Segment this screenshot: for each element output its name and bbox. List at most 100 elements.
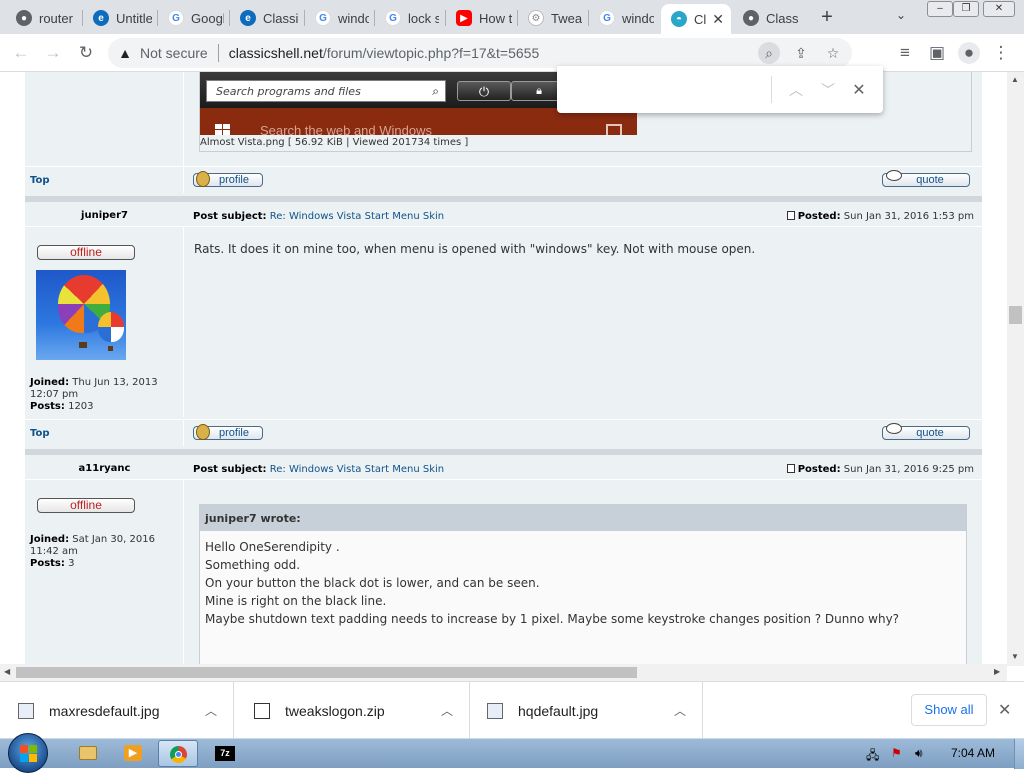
back-arrow-icon[interactable]: ←	[10, 42, 32, 64]
post-subject-link[interactable]: Re: Windows Vista Start Menu Skin	[270, 211, 444, 222]
top-link[interactable]: Top	[30, 175, 50, 186]
tab-tweak[interactable]: ⚙ Tweak	[518, 4, 588, 32]
share-icon[interactable]: ⇪	[790, 42, 812, 64]
download-item[interactable]: hqdefault.jpg ︿	[469, 682, 703, 739]
chevron-up-icon[interactable]: ︿	[674, 702, 686, 719]
vertical-scrollbar[interactable]: ▲ ▼	[1007, 72, 1024, 666]
action-center-icon[interactable]: ⚑	[891, 746, 902, 760]
explorer-taskbar-icon[interactable]	[68, 740, 108, 767]
close-window-button[interactable]: ✕	[983, 1, 1015, 17]
quote-line: Maybe shutdown text padding needs to inc…	[205, 612, 900, 626]
url-text[interactable]: classicshell.net/forum/viewtopic.php?f=1…	[229, 45, 540, 61]
tab-lock-google[interactable]: G lock s	[375, 4, 445, 32]
post-subject: Post subject: Re: Windows Vista Start Me…	[193, 464, 445, 475]
not-secure-label[interactable]: Not secure	[140, 45, 208, 61]
google-icon: G	[315, 10, 331, 26]
profile-button[interactable]: profile	[193, 424, 263, 440]
copy-icon	[606, 124, 622, 135]
classicshell-icon: ◓	[671, 11, 687, 27]
tab-label: Classi	[263, 10, 299, 26]
network-icon[interactable]: 🖧	[866, 746, 879, 767]
post-icon[interactable]	[786, 211, 795, 220]
find-next-icon[interactable]: ﹀	[818, 80, 838, 100]
chevron-up-icon[interactable]: ︿	[205, 702, 217, 719]
reload-icon[interactable]: ↻	[75, 42, 97, 64]
post-button-row: Top profile quote	[25, 419, 982, 446]
find-input[interactable]	[565, 76, 765, 102]
chrome-icon: ●	[743, 10, 759, 26]
close-find-icon[interactable]: ✕	[849, 80, 869, 100]
scroll-up-icon[interactable]: ▲	[1011, 75, 1019, 84]
download-filename: maxresdefault.jpg	[49, 702, 160, 719]
tab-classic-2[interactable]: ● Classi	[733, 4, 805, 32]
chevron-down-icon[interactable]: ⌄	[896, 8, 906, 22]
address-bar[interactable]: ▲ Not secure classicshell.net/forum/view…	[108, 38, 852, 68]
tab-router[interactable]: ● router	[6, 4, 81, 32]
start-button[interactable]	[8, 733, 48, 773]
close-tab-icon[interactable]: ✕	[712, 11, 724, 28]
taskbar-clock[interactable]: 7:04 AM	[951, 746, 995, 760]
quote-line: Hello OneSerendipity .	[205, 540, 340, 554]
new-tab-button[interactable]: +	[815, 6, 839, 28]
volume-icon[interactable]: 🔊︎	[915, 746, 923, 761]
search-icon: ⌕	[432, 84, 439, 98]
profile-button[interactable]: profile	[193, 171, 263, 187]
horizontal-scroll-thumb[interactable]	[16, 667, 637, 678]
bookmark-star-icon[interactable]: ☆	[822, 42, 844, 64]
find-previous-icon[interactable]: ︿	[786, 80, 806, 100]
offline-status-badge: offline	[37, 245, 135, 260]
post-author-cell: offline Joined: Sat Jan 30, 2016 11:42 a…	[25, 480, 184, 664]
scroll-down-icon[interactable]: ▼	[1011, 652, 1019, 661]
tab-untitled[interactable]: e Untitle	[83, 4, 158, 32]
media-queue-icon[interactable]: ≡	[894, 42, 916, 64]
chrome-taskbar-icon[interactable]	[158, 740, 198, 767]
horizontal-scrollbar[interactable]: ◀ ▶	[0, 664, 1007, 681]
download-shelf: maxresdefault.jpg ︿ tweakslogon.zip ︿ hq…	[0, 681, 1024, 739]
profile-avatar-icon[interactable]: ●	[958, 42, 980, 64]
maximize-button[interactable]: ❐	[953, 1, 979, 17]
google-icon: G	[168, 10, 184, 26]
scroll-right-icon[interactable]: ▶	[994, 667, 1000, 676]
forward-arrow-icon[interactable]: →	[42, 42, 64, 64]
warning-icon[interactable]: ▲	[116, 44, 134, 62]
top-link[interactable]: Top	[30, 428, 50, 439]
tab-label: windo	[622, 10, 654, 26]
find-icon[interactable]: ⌕	[758, 42, 780, 64]
edge-icon: e	[93, 10, 109, 26]
power-icon: ⏻	[457, 81, 511, 101]
quote-button[interactable]: quote	[882, 170, 970, 187]
post-subject-link[interactable]: Re: Windows Vista Start Menu Skin	[270, 464, 444, 475]
post-author[interactable]: juniper7	[25, 210, 184, 221]
google-icon: G	[385, 10, 401, 26]
show-all-downloads-button[interactable]: Show all	[911, 694, 987, 726]
media-player-taskbar-icon[interactable]: ▶	[113, 740, 153, 767]
tab-classicshell-active[interactable]: ◓ Cl ✕	[661, 4, 731, 34]
download-item[interactable]: tweakslogon.zip ︿	[236, 682, 470, 739]
gear-icon: ⚙	[528, 10, 544, 26]
chevron-up-icon[interactable]: ︿	[441, 702, 453, 719]
post-icon[interactable]	[786, 464, 795, 473]
post-author[interactable]: a11ryanc	[25, 463, 184, 474]
download-item[interactable]: maxresdefault.jpg ︿	[0, 682, 234, 739]
quote-line: Something odd.	[205, 558, 301, 572]
tab-youtube[interactable]: ▶ How t	[446, 4, 518, 32]
7zip-taskbar-icon[interactable]: 7z	[205, 740, 245, 767]
post-button-row: Top profile quote	[25, 166, 982, 193]
tab-google[interactable]: G Googl	[158, 4, 230, 32]
tab-windows-google[interactable]: G windo	[305, 4, 375, 32]
avatar	[36, 270, 126, 360]
quote-button[interactable]: quote	[882, 423, 970, 440]
minimize-button[interactable]: –	[927, 1, 953, 17]
vertical-scroll-thumb[interactable]	[1009, 306, 1022, 324]
close-shelf-icon[interactable]: ✕	[998, 700, 1011, 720]
quote-line: On your button the black dot is lower, a…	[205, 576, 540, 590]
tab-classic-edge[interactable]: e Classi	[230, 4, 305, 32]
kebab-menu-icon[interactable]: ⋮	[990, 42, 1012, 64]
quote-header: juniper7 wrote:	[200, 505, 966, 531]
tab-windows-google-2[interactable]: G windo	[589, 4, 660, 32]
scroll-left-icon[interactable]: ◀	[4, 667, 10, 676]
side-panel-icon[interactable]: ▣	[926, 42, 948, 64]
post-header-row: juniper7 Post subject: Re: Windows Vista…	[25, 196, 982, 226]
show-desktop-button[interactable]	[1014, 739, 1024, 769]
tab-label: router	[39, 10, 73, 26]
